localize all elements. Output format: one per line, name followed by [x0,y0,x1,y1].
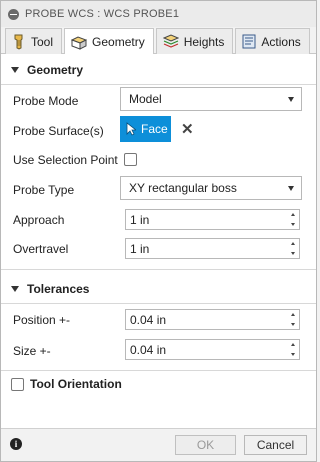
tab-heights-label: Heights [183,34,225,49]
ok-button[interactable]: OK [175,435,236,455]
probe-type-select[interactable]: XY rectangular boss [120,176,302,200]
dialog-footer: i OK Cancel [1,428,316,461]
approach-label: Approach [13,213,65,227]
stepper-up-icon[interactable] [290,343,295,346]
tool-orientation-checkbox[interactable] [11,377,24,391]
cursor-arrow-icon [126,122,136,136]
tool-icon [14,34,23,50]
tool-orientation-label: Tool Orientation [30,377,122,391]
probe-mode-select[interactable]: Model [120,87,302,111]
stepper-down-icon[interactable] [290,323,295,326]
size-tolerance-label: Size +- [13,344,51,358]
collapse-triangle-icon[interactable] [11,286,19,292]
dialog-title: PROBE WCS : WCS PROBE1 [25,8,180,20]
section-divider [1,84,316,85]
approach-input[interactable]: 1 in [125,209,300,230]
probe-type-label: Probe Type [13,183,75,197]
approach-stepper[interactable] [287,211,298,228]
geometry-icon [71,35,88,50]
tab-actions[interactable]: Actions [235,28,310,54]
tab-heights[interactable]: Heights [155,28,234,54]
geometry-section-header[interactable]: Geometry [1,56,316,84]
section-divider [1,269,316,270]
overtravel-stepper[interactable] [287,240,298,257]
collapse-triangle-icon[interactable] [11,67,19,73]
probe-surface-selection-button[interactable]: Face [120,116,171,142]
position-tolerance-stepper[interactable] [287,311,298,328]
tab-bar: Tool Geometry Heights Actions [1,28,316,55]
heights-icon [162,34,179,48]
tab-geometry[interactable]: Geometry [64,28,154,55]
probe-mode-label: Probe Mode [13,94,79,108]
section-divider [1,303,316,304]
probe-wcs-dialog: PROBE WCS : WCS PROBE1 Tool Geometry Hei… [0,0,317,462]
overtravel-input[interactable]: 1 in [125,238,300,259]
tolerances-section-title: Tolerances [27,282,90,296]
geometry-panel: Geometry Probe Mode Model Probe Surface(… [1,54,316,428]
info-icon[interactable]: i [10,438,22,450]
title-bar[interactable]: PROBE WCS : WCS PROBE1 [1,1,316,27]
position-tolerance-value: 0.04 in [130,312,167,327]
stepper-up-icon[interactable] [290,213,295,216]
probe-surfaces-label: Probe Surface(s) [13,124,104,138]
geometry-section-title: Geometry [27,63,84,77]
tab-tool-label: Tool [31,34,54,49]
stepper-down-icon[interactable] [290,223,295,226]
overtravel-value: 1 in [130,241,150,256]
overtravel-label: Overtravel [13,242,69,256]
size-tolerance-stepper[interactable] [287,341,298,358]
approach-value: 1 in [130,212,150,227]
probe-mode-value: Model [129,92,162,106]
chevron-down-icon [288,186,294,191]
selection-face-label: Face [141,122,168,136]
tab-tool[interactable]: Tool [5,28,63,54]
clear-selection-close-icon[interactable]: ✕ [181,120,194,138]
tab-actions-label: Actions [261,34,301,49]
tolerances-section-header[interactable]: Tolerances [1,275,316,303]
cancel-button[interactable]: Cancel [244,435,307,455]
stepper-up-icon[interactable] [290,313,295,316]
tab-geometry-label: Geometry [92,35,145,49]
section-divider [1,370,316,371]
tool-orientation-group[interactable]: Tool Orientation [11,377,122,391]
stepper-down-icon[interactable] [290,353,295,356]
chevron-down-icon [288,97,294,102]
position-tolerance-input[interactable]: 0.04 in [125,309,300,330]
size-tolerance-value: 0.04 in [130,342,167,357]
stepper-down-icon[interactable] [290,252,295,255]
stepper-up-icon[interactable] [290,242,295,245]
size-tolerance-input[interactable]: 0.04 in [125,339,300,360]
collapse-icon[interactable] [8,8,19,20]
position-tolerance-label: Position +- [13,313,71,327]
probe-type-value: XY rectangular boss [129,181,237,195]
use-selection-point-checkbox[interactable] [124,153,137,166]
actions-icon [242,34,256,49]
use-selection-point-label: Use Selection Point [13,153,118,167]
